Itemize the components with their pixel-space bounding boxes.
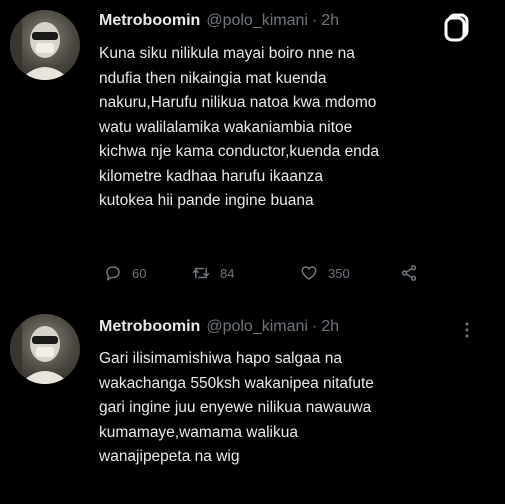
more-icon[interactable] xyxy=(457,320,477,340)
author-handle[interactable]: @polo_kimani xyxy=(206,318,308,336)
tweet-actions: 60 84 350 xyxy=(104,262,444,284)
author-name[interactable]: Metroboomin xyxy=(99,12,200,30)
reply-button[interactable]: 60 xyxy=(104,262,146,284)
share-icon xyxy=(400,264,418,282)
tweet[interactable]: Metroboomin @polo_kimani · 2h Kuna siku … xyxy=(0,0,505,300)
save-icon[interactable] xyxy=(443,12,473,42)
header-separator: · xyxy=(311,318,318,335)
author-name[interactable]: Metroboomin xyxy=(99,318,200,336)
author-handle[interactable]: @polo_kimani xyxy=(206,12,308,30)
avatar[interactable] xyxy=(10,10,80,80)
reply-icon xyxy=(104,264,122,282)
reply-count: 60 xyxy=(132,265,147,281)
tweet[interactable]: Metroboomin @polo_kimani · 2h Gari ilisi… xyxy=(0,300,505,504)
tweet-text: Kuna siku nilikula mayai boiro nne na nd… xyxy=(99,45,380,209)
header-separator: · xyxy=(311,12,318,29)
tweet-timestamp[interactable]: 2h xyxy=(321,12,339,30)
retweet-count: 84 xyxy=(220,265,235,281)
retweet-button[interactable]: 84 xyxy=(192,262,234,284)
retweet-icon xyxy=(192,264,210,282)
avatar[interactable] xyxy=(10,314,80,384)
like-button[interactable]: 350 xyxy=(300,262,350,284)
share-button[interactable] xyxy=(400,262,418,284)
like-icon xyxy=(300,264,318,282)
tweet-header: Metroboomin @polo_kimani · 2h xyxy=(99,12,339,34)
tweet-text: Gari ilisimamishiwa hapo salgaa na wakac… xyxy=(99,350,374,465)
tweet-timestamp[interactable]: 2h xyxy=(321,318,339,336)
tweet-header: Metroboomin @polo_kimani · 2h xyxy=(99,318,339,340)
like-count: 350 xyxy=(328,265,350,281)
